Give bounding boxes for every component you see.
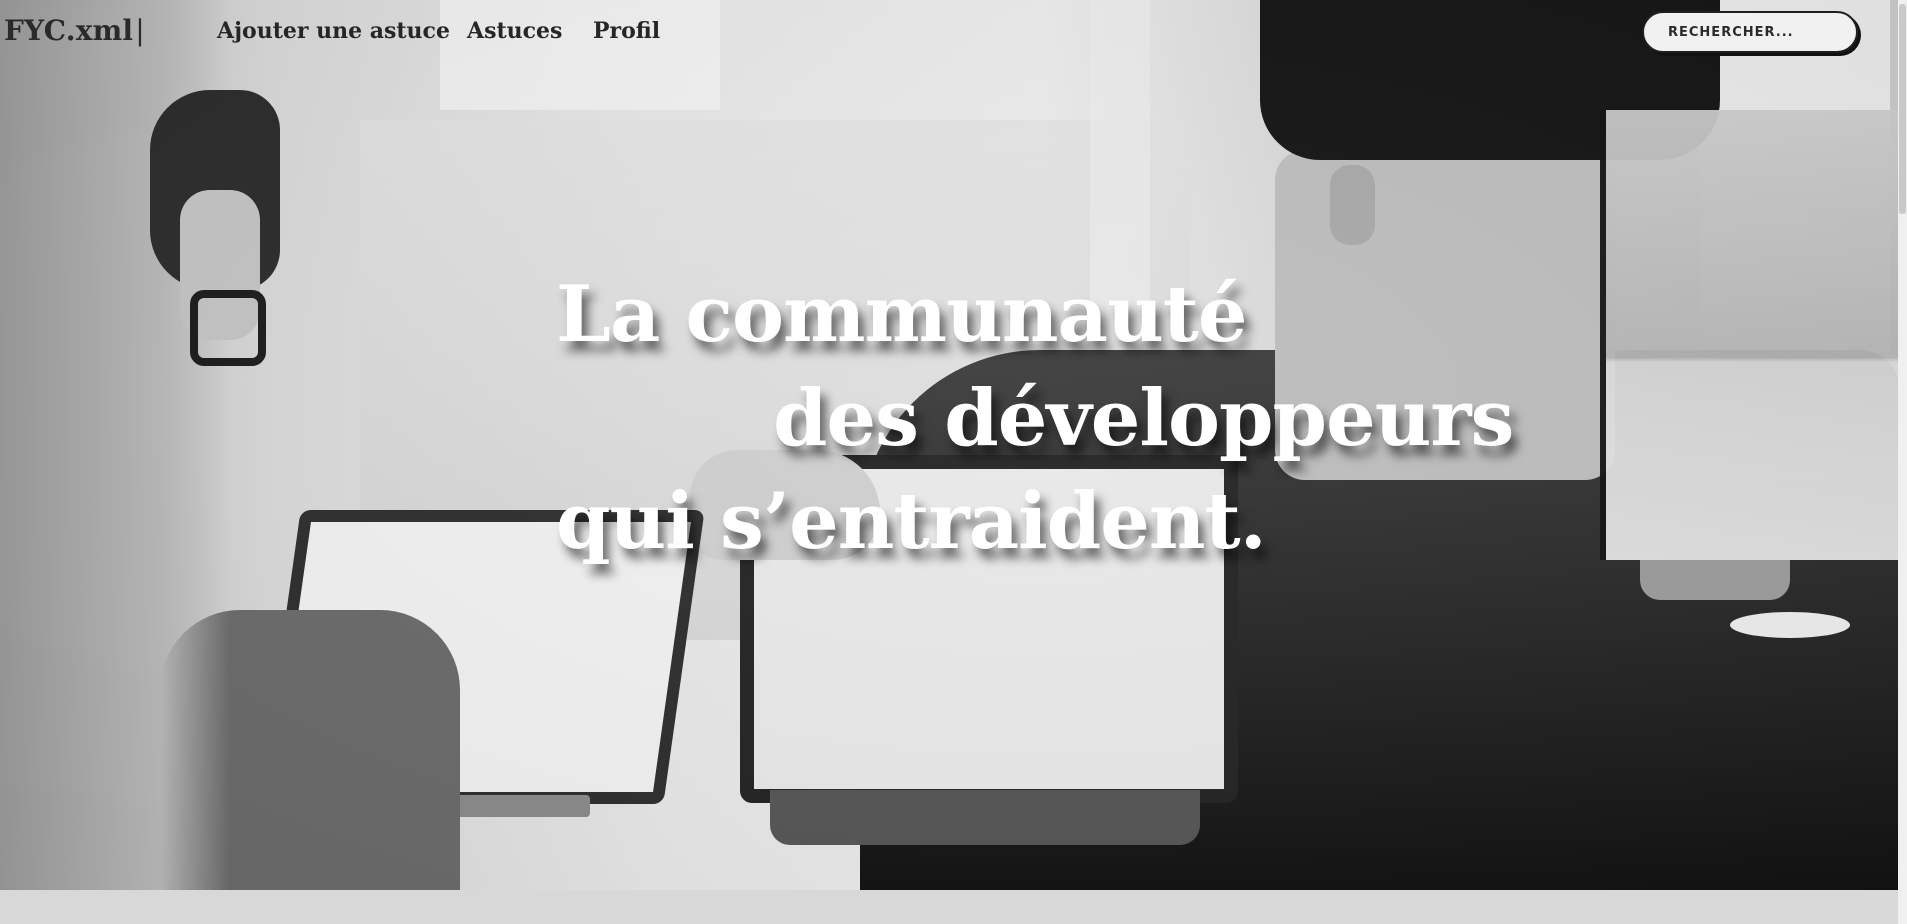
search-input[interactable] <box>1642 11 1858 53</box>
site-logo[interactable]: FYC.xml| <box>4 14 145 47</box>
page-scrollbar-thumb[interactable] <box>1899 4 1906 214</box>
nav-link-profile[interactable]: Profil <box>593 18 660 44</box>
hero-headline-line-1: La communauté <box>556 269 1247 360</box>
page-viewport: FYC.xml| Ajouter une astuce Astuces Prof… <box>0 0 1898 924</box>
nav-link-tips[interactable]: Astuces <box>467 18 562 44</box>
site-logo-caret: | <box>135 14 145 47</box>
hero-headline-line-3: qui s’entraident. <box>556 476 1267 567</box>
page-section-divider <box>0 890 1898 924</box>
hero-headline-line-2: des développeurs <box>773 373 1514 464</box>
site-logo-text: FYC.xml <box>4 14 134 47</box>
nav-link-add-tip[interactable]: Ajouter une astuce <box>217 18 450 44</box>
